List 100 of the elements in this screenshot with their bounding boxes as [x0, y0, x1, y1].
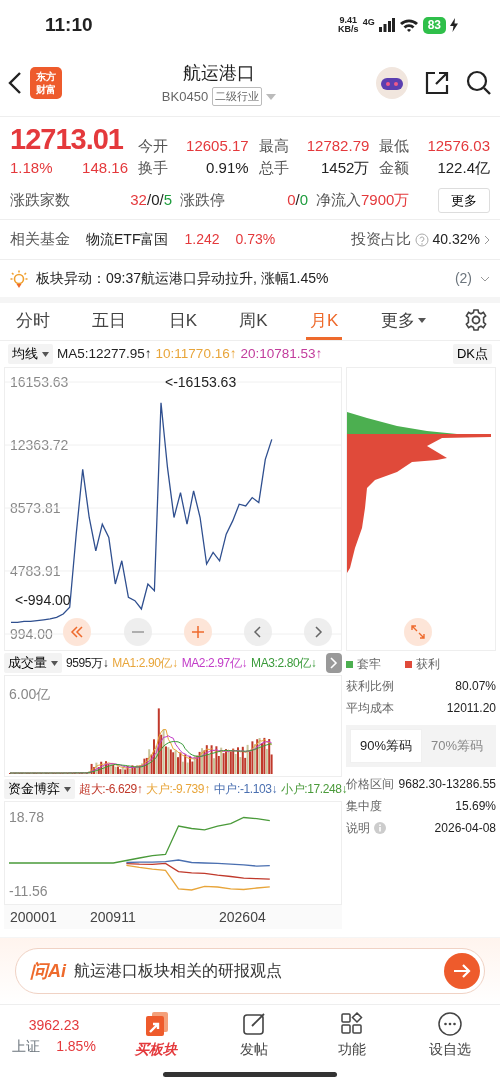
alert-text[interactable]: 板块异动：09:37航运港口异动拉升, 涨幅1.45% — [36, 268, 329, 289]
scroll-right-button[interactable] — [304, 618, 332, 646]
sector-code: BK0450 — [161, 87, 209, 106]
fund-price: 1.242 — [184, 230, 220, 249]
back-button[interactable] — [8, 70, 22, 96]
lightbulb-icon — [10, 268, 28, 289]
info-icon[interactable] — [374, 821, 386, 834]
ai-logo: 问Ai — [30, 959, 66, 983]
expand-icon — [411, 625, 425, 639]
legend-label: 获利 — [416, 656, 440, 673]
stat-label: 最高 — [258, 135, 289, 156]
stat-value: 0.91% — [206, 158, 249, 178]
stat-value: 15.69% — [455, 797, 496, 815]
change-amount: 148.16 — [82, 158, 128, 178]
indicator-value: MA3:2.80亿↓ — [251, 655, 317, 672]
nav-tab[interactable]: 买板块 — [112, 1010, 200, 1061]
indicator-value: 中户:-1.103↓ — [213, 781, 278, 798]
stat-value: 80.07% — [455, 678, 496, 695]
nav-tab[interactable]: 功能 — [308, 1010, 396, 1061]
index-value[interactable]: 3962.23 — [28, 1014, 80, 1036]
rewind-button[interactable] — [63, 618, 91, 646]
zoom-in-button[interactable] — [184, 618, 212, 646]
ai-prompt: 航运港口板块相关的研报观点 — [74, 961, 282, 981]
submit-button[interactable] — [444, 953, 480, 989]
bag-arrow-icon — [143, 1011, 169, 1037]
indicator-selector[interactable]: 均线 — [8, 344, 53, 364]
ratio-value: 40.32% — [432, 230, 480, 249]
status-time: 11:10 — [45, 12, 93, 37]
stat-label: 净流入 — [316, 190, 361, 210]
indicator-value: 10:11770.16↑ — [155, 344, 237, 363]
edit-icon — [241, 1011, 267, 1037]
indicator-value: 大户:-9.739↑ — [146, 781, 210, 798]
apps-grid-icon — [339, 1011, 365, 1037]
stat-value: 2026-04-08 — [434, 819, 496, 837]
period-tab[interactable]: 周K — [235, 307, 272, 340]
double-chevron-left-icon — [70, 625, 84, 639]
indicator-selector[interactable]: 成交量 — [4, 653, 62, 673]
battery-indicator: 83 — [422, 16, 446, 34]
axis-label: 6.00亿 — [9, 686, 51, 702]
dk-button[interactable]: DK点 — [452, 344, 492, 364]
arrow-right-icon — [453, 963, 471, 979]
nav-tab[interactable]: 发帖 — [210, 1010, 298, 1061]
axis-label: 16153.63 — [10, 374, 69, 390]
alert-count: (2) — [454, 269, 472, 288]
stat-value: 12782.79 — [306, 135, 370, 156]
help-icon[interactable] — [414, 232, 429, 247]
caret-icon — [42, 351, 49, 357]
search-icon[interactable] — [466, 70, 492, 96]
chip-tab[interactable]: 90%筹码 — [350, 729, 422, 763]
caret-icon[interactable] — [266, 93, 277, 100]
expand-button[interactable] — [404, 618, 432, 646]
stat-label: 金额 — [379, 158, 410, 178]
back-icon — [8, 71, 22, 96]
indicator-value: 9595万↓ — [66, 655, 109, 672]
stat-label: 总手 — [258, 158, 289, 178]
period-tab[interactable]: 五日 — [88, 307, 131, 340]
fund-label: 相关基金 — [10, 229, 70, 250]
app-logo: 东方财富 — [30, 67, 62, 99]
stat-value: 12605.17 — [186, 135, 249, 156]
scroll-left-button[interactable] — [244, 618, 272, 646]
fund-name[interactable]: 物流ETF富国 — [86, 229, 169, 250]
period-tab[interactable]: 分时 — [12, 307, 54, 340]
caret-icon — [64, 786, 71, 792]
stat-label: 今开 — [138, 135, 168, 156]
chevron-right-icon[interactable] — [484, 234, 490, 245]
indicator-value: 20:10781.53↑ — [240, 344, 323, 363]
indicator-value: 超大:-6.629↑ — [79, 781, 143, 798]
share-icon[interactable] — [424, 70, 450, 96]
stat-value: 122.4亿 — [437, 158, 490, 178]
indicator-selector[interactable]: 资金博弈 — [4, 779, 75, 799]
ai-search-bar[interactable]: 问Ai 航运港口板块相关的研报观点 — [15, 948, 485, 994]
stat-value: 32/0/5 — [130, 190, 172, 210]
stat-value: 1452万 — [320, 158, 370, 178]
robot-avatar-icon[interactable] — [376, 67, 408, 99]
index-name[interactable]: 上证 — [12, 1035, 41, 1057]
period-tab[interactable]: 日K — [164, 307, 201, 340]
indicator-value: MA5:12277.95↑ — [57, 344, 152, 363]
more-button[interactable]: 更多 — [438, 187, 490, 213]
index-change[interactable]: 1.85% — [56, 1035, 96, 1057]
network-speed: 9.41 — [339, 16, 358, 25]
stat-value: 12011.20 — [446, 700, 496, 717]
price-annotation: <-994.00 — [15, 592, 71, 608]
stat-label: 价格区间 — [346, 775, 394, 793]
axis-label: 12363.72 — [10, 437, 69, 453]
axis-label: -11.56 — [9, 883, 48, 900]
period-tab[interactable]: 更多 — [376, 307, 430, 340]
indicator-value: MA1:2.90亿↓ — [112, 655, 178, 672]
zoom-out-button[interactable] — [124, 618, 152, 646]
chevron-down-icon[interactable] — [480, 275, 490, 282]
axis-label: 8573.81 — [10, 500, 61, 516]
expand-button[interactable] — [326, 653, 342, 673]
ratio-label: 投资占比 — [350, 229, 411, 250]
signal-icon — [378, 18, 395, 32]
settings-icon[interactable] — [464, 308, 488, 332]
stat-label: 最低 — [379, 135, 410, 156]
network-type: 4G — [362, 16, 375, 29]
axis-label: 994.00 — [10, 626, 53, 642]
nav-tab[interactable]: 设自选 — [406, 1010, 494, 1061]
more-icon — [437, 1011, 463, 1037]
axis-label: 200911 — [90, 908, 136, 927]
